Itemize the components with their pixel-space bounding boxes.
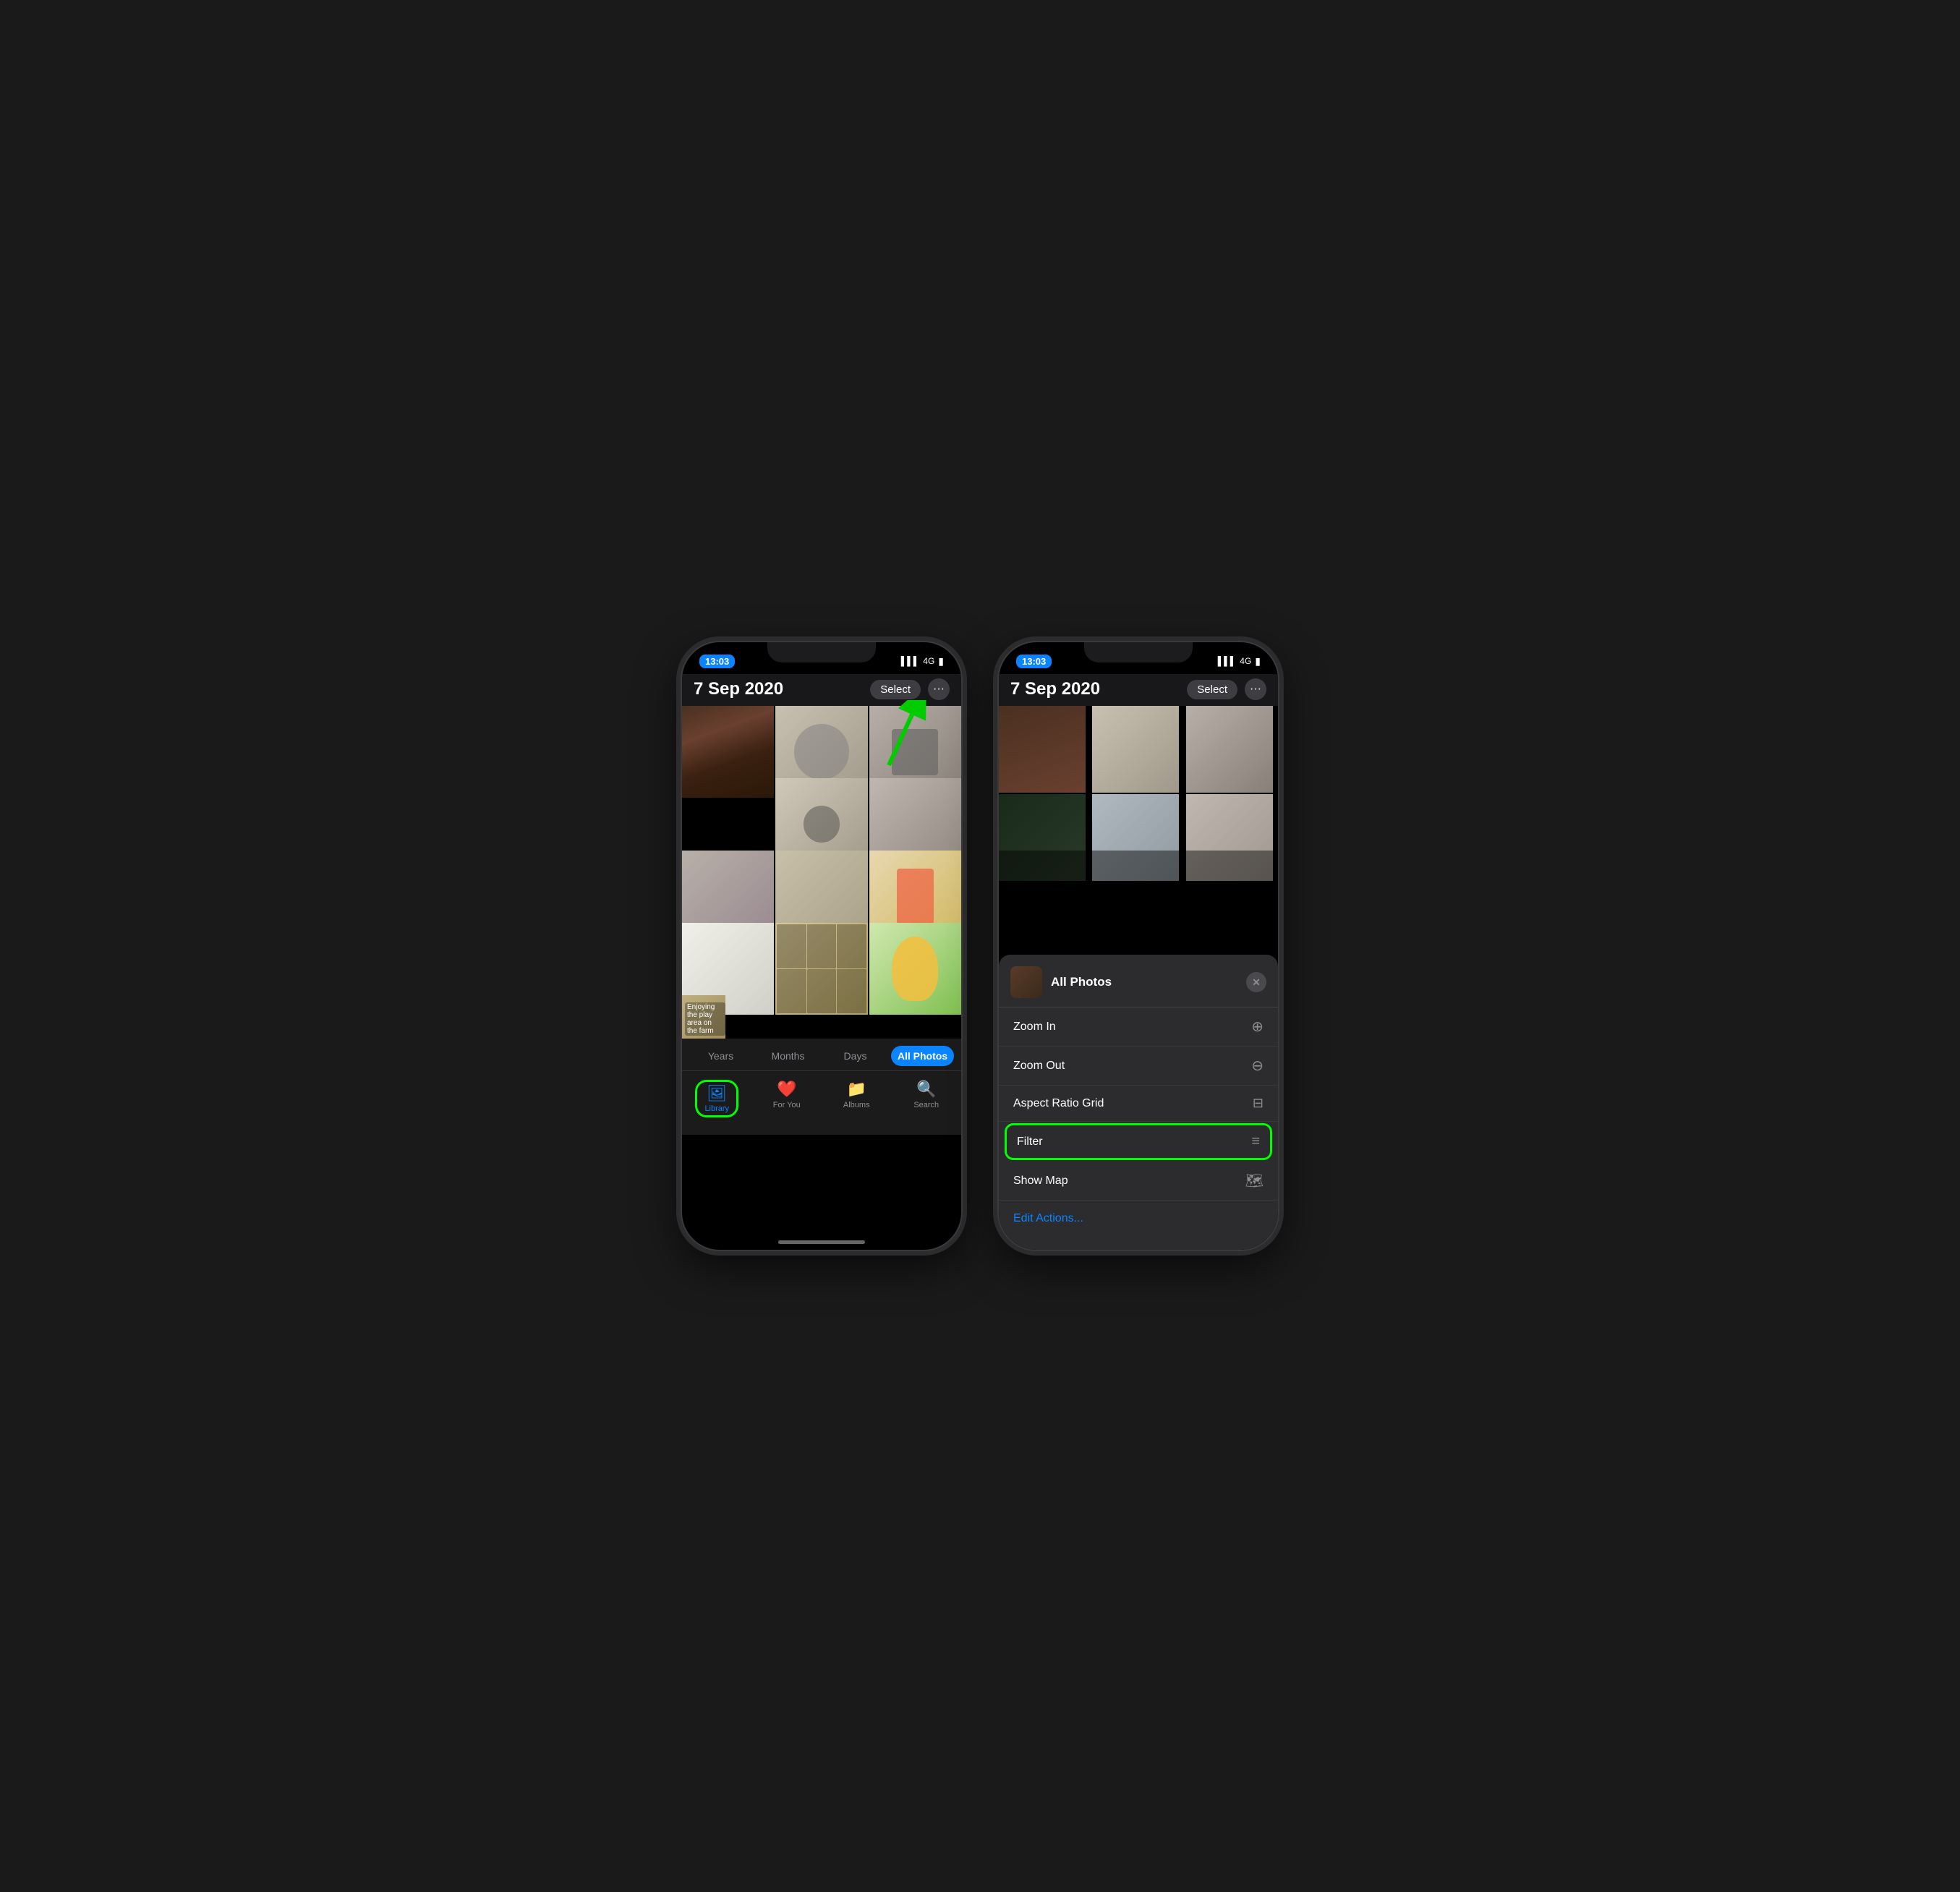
nav-tab-albums[interactable]: 📁 Albums [822, 1077, 892, 1120]
left-phone: 13:03 ▌▌▌ 4G ▮ 7 Sep 2020 Select ··· [681, 641, 963, 1251]
signal-icon-right: ▌▌▌ [1218, 656, 1237, 666]
status-icons-left: ▌▌▌ 4G ▮ [901, 655, 944, 668]
context-menu: All Photos ✕ Zoom In ⊕ Zoom Out ⊖ [999, 955, 1278, 1250]
status-icons-right: ▌▌▌ 4G ▮ [1218, 655, 1261, 668]
scene: 13:03 ▌▌▌ 4G ▮ 7 Sep 2020 Select ··· [652, 612, 1308, 1280]
filter-label: Filter [1017, 1135, 1043, 1149]
more-button-left[interactable]: ··· [928, 678, 950, 700]
tab-months[interactable]: Months [757, 1046, 819, 1066]
header-date-right: 7 Sep 2020 [1010, 679, 1100, 699]
time-tabs: Years Months Days All Photos [682, 1041, 961, 1070]
menu-item-zoom-in[interactable]: Zoom In ⊕ [999, 1007, 1278, 1047]
more-button-right[interactable]: ··· [1245, 678, 1266, 700]
filter-icon: ≡ [1251, 1133, 1260, 1150]
nav-tab-foryou[interactable]: ❤️ For You [752, 1077, 822, 1120]
context-menu-title: All Photos [1051, 975, 1237, 989]
photo-cell-12[interactable]: Enjoying the play area on the farm [682, 995, 725, 1039]
menu-item-aspect-ratio[interactable]: Aspect Ratio Grid ⊟ [999, 1086, 1278, 1122]
context-close-button[interactable]: ✕ [1246, 972, 1266, 992]
tab-all-photos[interactable]: All Photos [891, 1046, 954, 1066]
right-phone: 13:03 ▌▌▌ 4G ▮ 7 Sep 2020 Select ··· [997, 641, 1279, 1251]
context-menu-header: All Photos ✕ [999, 955, 1278, 1007]
header-date-left: 7 Sep 2020 [694, 679, 783, 699]
network-left: 4G [923, 656, 934, 666]
notch-right [1084, 642, 1193, 662]
pgc-1 [999, 706, 1086, 793]
app-header-right: 7 Sep 2020 Select ··· [999, 674, 1278, 706]
photo-cell-11[interactable] [869, 923, 961, 1015]
library-label: Library [704, 1104, 729, 1113]
nav-tab-library[interactable]: 🖼 Library [682, 1077, 752, 1120]
context-menu-thumb [1010, 966, 1042, 998]
network-right: 4G [1240, 656, 1251, 666]
menu-edit-actions[interactable]: Edit Actions... [999, 1201, 1278, 1228]
foryou-icon: ❤️ [777, 1080, 796, 1099]
header-actions-left: Select ··· [870, 678, 950, 700]
status-time-right: 13:03 [1016, 655, 1052, 668]
menu-item-zoom-out[interactable]: Zoom Out ⊖ [999, 1047, 1278, 1086]
nav-tab-search[interactable]: 🔍 Search [892, 1077, 962, 1120]
home-indicator-left [778, 1240, 865, 1244]
edit-actions-label: Edit Actions... [1013, 1212, 1083, 1224]
foryou-label: For You [773, 1101, 801, 1109]
signal-icon-left: ▌▌▌ [901, 656, 920, 666]
aspect-ratio-icon: ⊟ [1253, 1096, 1264, 1111]
select-button-left[interactable]: Select [870, 680, 921, 699]
app-header-left: 7 Sep 2020 Select ··· [682, 674, 961, 706]
aspect-ratio-label: Aspect Ratio Grid [1013, 1097, 1104, 1110]
tab-days[interactable]: Days [824, 1046, 887, 1066]
header-actions-right: Select ··· [1187, 678, 1266, 700]
show-map-icon: 🗺 [1245, 1172, 1264, 1190]
albums-label: Albums [843, 1101, 870, 1109]
tab-years[interactable]: Years [689, 1046, 752, 1066]
zoom-in-icon: ⊕ [1251, 1018, 1264, 1036]
bottom-section-left: Years Months Days All Photos [682, 1039, 961, 1135]
notch [767, 642, 876, 662]
photo-caption: Enjoying the play area on the farm [685, 1002, 725, 1036]
status-time-left: 13:03 [699, 655, 735, 668]
zoom-out-label: Zoom Out [1013, 1060, 1065, 1073]
nav-tabs-left: 🖼 Library ❤️ For You 📁 Albums 🔍 [682, 1070, 961, 1135]
zoom-out-icon: ⊖ [1251, 1057, 1264, 1075]
menu-item-show-map[interactable]: Show Map 🗺 [999, 1162, 1278, 1201]
pgc-3 [1186, 706, 1273, 793]
search-label: Search [913, 1101, 939, 1109]
battery-icon-right: ▮ [1255, 655, 1261, 668]
library-icon: 🖼 [707, 1084, 727, 1103]
battery-icon-left: ▮ [938, 655, 944, 668]
menu-item-filter[interactable]: Filter ≡ [1005, 1123, 1272, 1160]
photo-cell-1[interactable] [682, 706, 774, 798]
select-button-right[interactable]: Select [1187, 680, 1237, 699]
search-icon: 🔍 [916, 1080, 936, 1099]
photo-grid-left: 0:10 [682, 706, 961, 1039]
photo-cell-10[interactable] [775, 923, 867, 1015]
albums-icon: 📁 [847, 1080, 866, 1099]
pgc-2 [1092, 706, 1179, 793]
show-map-label: Show Map [1013, 1175, 1068, 1188]
zoom-in-label: Zoom In [1013, 1020, 1056, 1034]
